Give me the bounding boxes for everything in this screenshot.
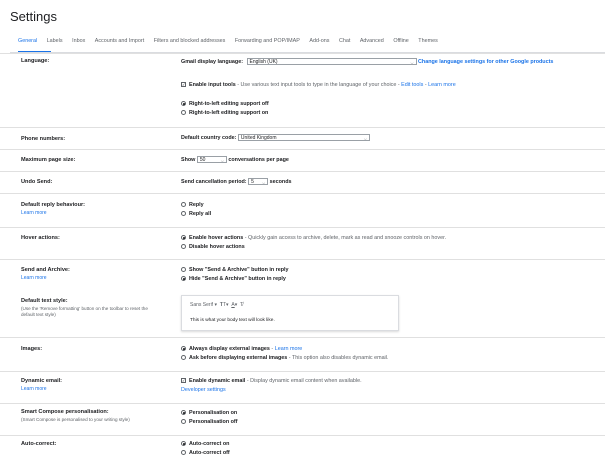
reply-option[interactable]: Reply (181, 202, 204, 208)
hover-label: Hover actions: (21, 235, 60, 241)
tab-offline[interactable]: Offline (393, 38, 408, 44)
page-size-row: Maximum page size: Show 50 ⌵ conversation… (0, 149, 605, 172)
tab-themes[interactable]: Themes (418, 38, 437, 44)
text-style-editor[interactable]: Sans Serif ▾ 𝐓T▾ A▾ T̸ This is what your… (181, 295, 399, 331)
reply-row: Default reply behaviour: Learn more Repl… (0, 193, 605, 228)
remove-formatting-icon[interactable]: T̸ (240, 302, 243, 308)
images-learn-more[interactable]: Learn more (275, 346, 303, 352)
undo-send-row: Undo Send: Send cancellation period: 5 ⌵ … (0, 171, 605, 194)
radio-selected[interactable] (181, 410, 186, 416)
radio-selected[interactable] (181, 101, 186, 107)
smart-compose-row: Smart Compose personalisation: (Smart Co… (0, 403, 605, 436)
text-style-note: (Use the 'Remove formatting' button on t… (21, 306, 148, 318)
autocorrect-label: Auto-correct: (21, 441, 57, 447)
radio-selected[interactable] (181, 441, 186, 447)
tab-filters[interactable]: Filters and blocked addresses (154, 38, 226, 44)
chevron-down-icon: ⌵ (262, 180, 266, 185)
language-label: Language: (21, 58, 50, 64)
dynamic-email-label: Dynamic email: (21, 378, 63, 384)
page-size-select[interactable]: 50 ⌵ (196, 156, 227, 163)
tab-chat[interactable]: Chat (339, 38, 350, 44)
tab-accounts-import[interactable]: Accounts and Import (95, 38, 144, 44)
input-tools-checkbox[interactable]: ✓ (181, 82, 186, 88)
tab-general[interactable]: General (18, 38, 37, 44)
language-row: Language: Gmail display language: Englis… (0, 53, 605, 128)
developer-settings-link[interactable]: Developer settings (181, 387, 226, 393)
settings-tabs: General Labels Inbox Accounts and Import… (18, 38, 605, 50)
tab-advanced[interactable]: Advanced (360, 38, 384, 44)
dynamic-learn-more[interactable]: Learn more (21, 386, 47, 392)
hover-row: Hover actions: Enable hover actions - Qu… (0, 227, 605, 260)
autocorrect-on-option[interactable]: Auto-correct on (181, 441, 229, 447)
ask-images-option[interactable]: Ask before displaying external images - … (181, 355, 388, 361)
rtl-on-option[interactable]: Right-to-left editing support on (181, 110, 268, 116)
images-label: Images: (21, 346, 43, 352)
edit-tools-link[interactable]: Edit tools (401, 82, 423, 88)
smart-compose-note: (Smart Compose is personalised to your w… (21, 417, 130, 422)
personalisation-off-option[interactable]: Personalisation off (181, 419, 238, 425)
change-language-link[interactable]: Change language settings for other Googl… (418, 59, 553, 65)
cancellation-period-select[interactable]: 5 ⌵ (248, 178, 269, 185)
send-archive-learn-more[interactable]: Learn more (21, 275, 47, 281)
disable-hover-option[interactable]: Disable hover actions (181, 244, 245, 250)
display-language-select[interactable]: English (UK) ⌵ (246, 58, 417, 65)
enable-hover-option[interactable]: Enable hover actions - Quickly gain acce… (181, 235, 446, 241)
show-send-archive-option[interactable]: Show "Send & Archive" button in reply (181, 267, 289, 273)
radio-unselected[interactable] (181, 267, 186, 273)
display-language-label: Gmail display language: (181, 58, 244, 65)
phone-label: Phone numbers: (21, 136, 66, 142)
tab-addons[interactable]: Add-ons (309, 38, 329, 44)
text-style-row: Default text style: (Use the 'Remove for… (0, 292, 605, 337)
text-style-label: Default text style: (21, 298, 68, 304)
dynamic-email-checkbox[interactable]: ✓ (181, 378, 186, 384)
chevron-down-icon: ⌵ (363, 136, 367, 141)
send-archive-label: Send and Archive: (21, 267, 70, 273)
text-style-preview: This is what your body text will look li… (190, 318, 275, 323)
send-archive-row: Send and Archive: Learn more Show "Send … (0, 259, 605, 293)
input-tools-learn-more[interactable]: Learn more (428, 82, 456, 88)
radio-unselected[interactable] (181, 211, 186, 217)
enable-dynamic-option[interactable]: ✓ Enable dynamic email - Display dynamic … (181, 378, 362, 384)
radio-unselected[interactable] (181, 419, 186, 425)
tab-labels[interactable]: Labels (47, 38, 63, 44)
tab-forwarding[interactable]: Forwarding and POP/IMAP (235, 38, 300, 44)
images-row: Images: Always display external images -… (0, 337, 605, 372)
reply-learn-more[interactable]: Learn more (21, 210, 47, 216)
radio-unselected[interactable] (181, 355, 186, 361)
reply-all-option[interactable]: Reply all (181, 211, 211, 217)
page-title: Settings (10, 9, 57, 24)
chevron-down-icon: ⌵ (220, 158, 224, 163)
dynamic-email-row: Dynamic email: Learn more ✓ Enable dynami… (0, 371, 605, 404)
radio-unselected[interactable] (181, 244, 186, 250)
rtl-off-option[interactable]: Right-to-left editing support off (181, 101, 269, 107)
chevron-down-icon: ⌵ (410, 60, 414, 65)
font-family-select[interactable]: Sans Serif (190, 302, 213, 308)
smart-compose-label: Smart Compose personalisation: (21, 409, 109, 415)
radio-selected[interactable] (181, 346, 186, 352)
reply-label: Default reply behaviour: (21, 202, 86, 208)
autocorrect-off-option[interactable]: Auto-correct off (181, 450, 230, 456)
country-code-select[interactable]: United Kingdom ⌵ (237, 134, 370, 141)
always-display-images-option[interactable]: Always display external images - Learn m… (181, 346, 302, 352)
radio-selected[interactable] (181, 276, 186, 282)
phone-row: Phone numbers: Default country code: Uni… (0, 127, 605, 150)
undo-send-label: Undo Send: (21, 179, 53, 185)
hide-send-archive-option[interactable]: Hide "Send & Archive" button in reply (181, 276, 286, 282)
chevron-down-icon: ▾ (214, 302, 217, 308)
autocorrect-row: Auto-correct: Auto-correct on Auto-corre… (0, 435, 605, 457)
radio-unselected[interactable] (181, 450, 186, 456)
radio-unselected[interactable] (181, 202, 186, 208)
tab-inbox[interactable]: Inbox (72, 38, 85, 44)
radio-unselected[interactable] (181, 110, 186, 116)
personalisation-on-option[interactable]: Personalisation on (181, 410, 237, 416)
page-size-label: Maximum page size: (21, 157, 76, 163)
radio-selected[interactable] (181, 235, 186, 241)
